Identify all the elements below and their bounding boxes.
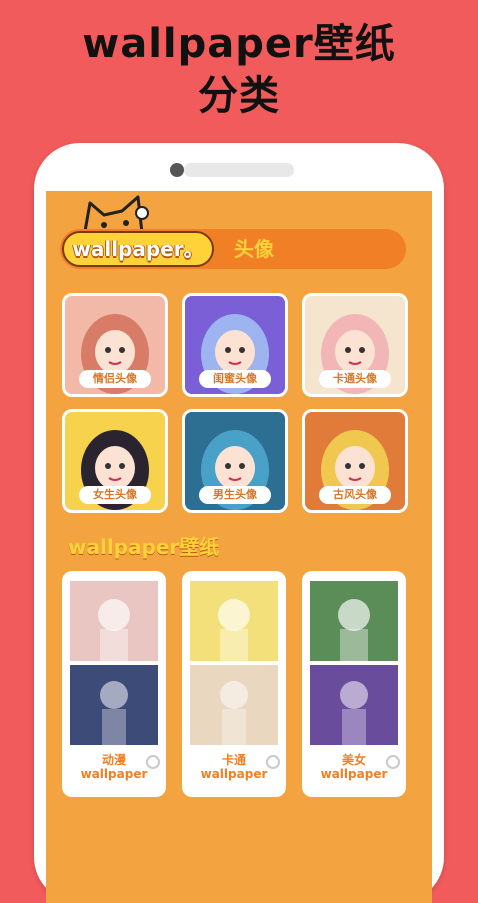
app-screen: wallpaper。 头像 情侣头像 闺蜜头像 卡通头像女生头像 男生头像 古风头像 w… — [46, 191, 432, 903]
radio-icon[interactable] — [266, 755, 280, 769]
speaker-grille — [184, 163, 294, 177]
avatar-category-label: 情侣头像 — [79, 370, 151, 388]
wallpaper-category-card[interactable]: 美女 wallpaper — [302, 571, 406, 797]
wallpaper-preview-bottom — [70, 665, 158, 745]
brand-label: wallpaper。 — [72, 237, 204, 261]
avatar-category-tile[interactable]: 卡通头像 — [302, 293, 408, 397]
wallpaper-preview-top — [70, 581, 158, 661]
wallpaper-section-title: wallpaper壁纸 — [68, 535, 220, 559]
wallpaper-preview-bottom — [190, 665, 278, 745]
avatar-category-label: 女生头像 — [79, 486, 151, 504]
radio-icon[interactable] — [146, 755, 160, 769]
brand-pill[interactable]: wallpaper。 — [62, 231, 214, 267]
wallpaper-category-card[interactable]: 动漫 wallpaper — [62, 571, 166, 797]
promo-title-line2: 分类 — [198, 73, 280, 119]
avatar-category-tile[interactable]: 男生头像 — [182, 409, 288, 513]
radio-icon[interactable] — [386, 755, 400, 769]
promo-title-line1: wallpaper壁纸 — [82, 21, 396, 67]
avatar-category-label: 男生头像 — [199, 486, 271, 504]
promo-title: wallpaper壁纸 分类 — [0, 18, 478, 122]
tab-avatar[interactable]: 头像 — [234, 231, 274, 267]
wallpaper-preview-top — [310, 581, 398, 661]
avatar-category-label: 闺蜜头像 — [199, 370, 271, 388]
avatar-category-tile[interactable]: 闺蜜头像 — [182, 293, 288, 397]
avatar-category-label: 卡通头像 — [319, 370, 391, 388]
phone-frame: wallpaper。 头像 情侣头像 闺蜜头像 卡通头像女生头像 男生头像 古风头像 w… — [34, 143, 444, 903]
wallpaper-card-subtitle: wallpaper — [200, 767, 268, 781]
wallpaper-preview-top — [190, 581, 278, 661]
camera-icon — [170, 163, 184, 177]
avatar-category-tile[interactable]: 古风头像 — [302, 409, 408, 513]
avatar-category-label: 古风头像 — [319, 486, 391, 504]
avatar-category-tile[interactable]: 女生头像 — [62, 409, 168, 513]
wallpaper-preview-bottom — [310, 665, 398, 745]
avatar-category-tile[interactable]: 情侣头像 — [62, 293, 168, 397]
wallpaper-card-subtitle: wallpaper — [80, 767, 148, 781]
wallpaper-card-subtitle: wallpaper — [320, 767, 388, 781]
wallpaper-category-card[interactable]: 卡通 wallpaper — [182, 571, 286, 797]
